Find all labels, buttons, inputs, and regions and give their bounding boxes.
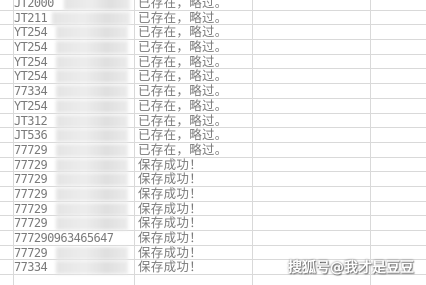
redaction-blur bbox=[56, 187, 128, 201]
status-text: 保存成功！ bbox=[138, 244, 203, 260]
redaction-blur bbox=[56, 129, 128, 143]
status-text: 保存成功！ bbox=[138, 185, 203, 201]
status-text: 保存成功！ bbox=[138, 171, 203, 187]
redaction-blur bbox=[56, 246, 128, 260]
table-row[interactable]: JT536 已存在，略过。 bbox=[0, 127, 426, 143]
tracking-number: 77334 bbox=[14, 260, 48, 275]
redaction-blur bbox=[64, 0, 130, 10]
status-text: 已存在，略过。 bbox=[138, 68, 228, 84]
status-text: 保存成功！ bbox=[138, 259, 203, 275]
redaction-blur bbox=[56, 143, 128, 157]
column-gridline bbox=[13, 0, 14, 285]
column-gridline bbox=[252, 0, 253, 285]
tracking-number: YT254 bbox=[14, 25, 48, 40]
table-row[interactable]: YT254 已存在，略过。 bbox=[0, 24, 426, 41]
tracking-number: 77729 bbox=[14, 245, 48, 260]
status-text: 保存成功！ bbox=[138, 156, 203, 172]
tracking-number: 77729 bbox=[14, 201, 48, 216]
status-text: 已存在，略过。 bbox=[138, 83, 228, 99]
table-row[interactable]: 77334 已存在，略过。 bbox=[0, 83, 426, 99]
status-text: 已存在，略过。 bbox=[138, 39, 228, 55]
redaction-blur bbox=[56, 173, 128, 187]
tracking-number: JT312 bbox=[14, 113, 48, 128]
redaction-blur bbox=[56, 158, 128, 172]
tracking-number: JT2000 bbox=[14, 0, 54, 10]
tracking-number: JT211 bbox=[14, 10, 48, 25]
tracking-number: YT254 bbox=[14, 40, 48, 55]
watermark: 搜狐号@我才是豆豆 bbox=[288, 260, 414, 276]
status-text: 已存在，略过。 bbox=[138, 112, 228, 128]
tracking-number: YT254 bbox=[14, 54, 48, 69]
redaction-blur bbox=[56, 114, 128, 128]
column-gridline bbox=[134, 0, 135, 285]
tracking-number: 77729 bbox=[14, 186, 48, 201]
redaction-blur bbox=[56, 202, 128, 216]
tracking-number: YT254 bbox=[14, 98, 48, 113]
table-row[interactable]: YT254 已存在，略过。 bbox=[0, 39, 426, 55]
tracking-number: 77729 bbox=[14, 216, 48, 231]
redaction-blur bbox=[56, 261, 128, 275]
status-text: 已存在，略过。 bbox=[138, 141, 228, 157]
status-text: 已存在，略过。 bbox=[138, 97, 228, 113]
table-row[interactable]: 77729 已存在，略过。 bbox=[0, 141, 426, 158]
redaction-blur bbox=[56, 70, 128, 84]
tracking-number: 77729 bbox=[14, 142, 48, 157]
status-text: 保存成功！ bbox=[138, 215, 203, 231]
redaction-blur bbox=[56, 217, 128, 231]
table-row[interactable]: YT254 已存在，略过。 bbox=[0, 53, 426, 70]
spreadsheet-log: JT2000 已存在，略过。 JT211 已存在，略过。 YT254 已存在，略… bbox=[0, 0, 426, 285]
redaction-blur bbox=[56, 55, 128, 69]
status-text: 已存在，略过。 bbox=[138, 9, 228, 25]
table-row[interactable]: JT211 已存在，略过。 bbox=[0, 9, 426, 26]
status-text: 已存在，略过。 bbox=[138, 24, 228, 40]
tracking-number: 77729 bbox=[14, 157, 48, 172]
tracking-number: 77729 bbox=[14, 172, 48, 187]
redaction-blur bbox=[56, 99, 128, 113]
tracking-number: YT254 bbox=[14, 69, 48, 84]
table-row[interactable]: 77729 保存成功！ bbox=[0, 216, 426, 231]
log-rows: JT2000 已存在，略过。 JT211 已存在，略过。 YT254 已存在，略… bbox=[0, 0, 426, 276]
redaction-blur bbox=[56, 26, 128, 40]
table-row[interactable]: JT312 已存在，略过。 bbox=[0, 112, 426, 129]
table-row[interactable]: YT254 已存在，略过。 bbox=[0, 97, 426, 114]
table-row[interactable]: 77729 保存成功！ bbox=[0, 200, 426, 217]
tracking-number: 777290963465647 bbox=[14, 231, 114, 245]
tracking-number: JT536 bbox=[14, 128, 48, 143]
table-row[interactable]: 77729 保存成功！ bbox=[0, 156, 426, 173]
status-text: 保存成功！ bbox=[138, 230, 203, 245]
table-row[interactable]: 77729 保存成功！ bbox=[0, 172, 426, 187]
redaction-blur bbox=[56, 41, 128, 55]
redaction-blur bbox=[52, 11, 130, 25]
status-text: 已存在，略过。 bbox=[138, 127, 228, 143]
redaction-blur bbox=[56, 85, 128, 99]
table-row[interactable]: 77729 保存成功！ bbox=[0, 185, 426, 202]
tracking-number: 77334 bbox=[14, 84, 48, 99]
column-gridline bbox=[370, 0, 371, 285]
table-row[interactable]: YT254 已存在，略过。 bbox=[0, 68, 426, 85]
table-row[interactable]: 777290963465647 保存成功！ bbox=[0, 230, 426, 246]
status-text: 已存在，略过。 bbox=[138, 53, 228, 69]
status-text: 保存成功！ bbox=[138, 200, 203, 216]
